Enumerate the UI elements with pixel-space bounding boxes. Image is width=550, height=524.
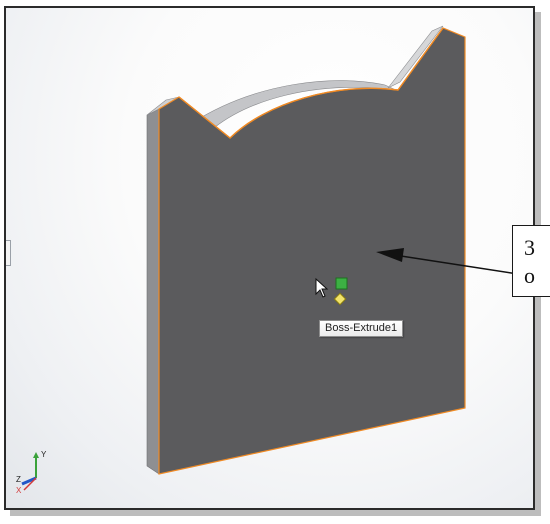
callout-line-1: 3	[524, 235, 535, 260]
part-left-side-face[interactable]	[146, 108, 160, 475]
graphics-area[interactable]: Boss-Extrude1 Y Z X	[4, 6, 535, 510]
reference-triad-icon: Y Z X	[16, 450, 47, 494]
triad-y-label: Y	[41, 450, 47, 459]
part-front-face[interactable]	[158, 27, 466, 475]
triad-x-label: X	[16, 486, 22, 494]
triad-z-label: Z	[16, 475, 21, 484]
annotation-callout-box: 3 o	[512, 225, 550, 297]
feature-tooltip: Boss-Extrude1	[319, 320, 404, 337]
callout-line-2: o	[524, 263, 535, 288]
selection-handle-icon[interactable]	[335, 277, 348, 290]
extruded-part-model[interactable]	[6, 8, 535, 510]
